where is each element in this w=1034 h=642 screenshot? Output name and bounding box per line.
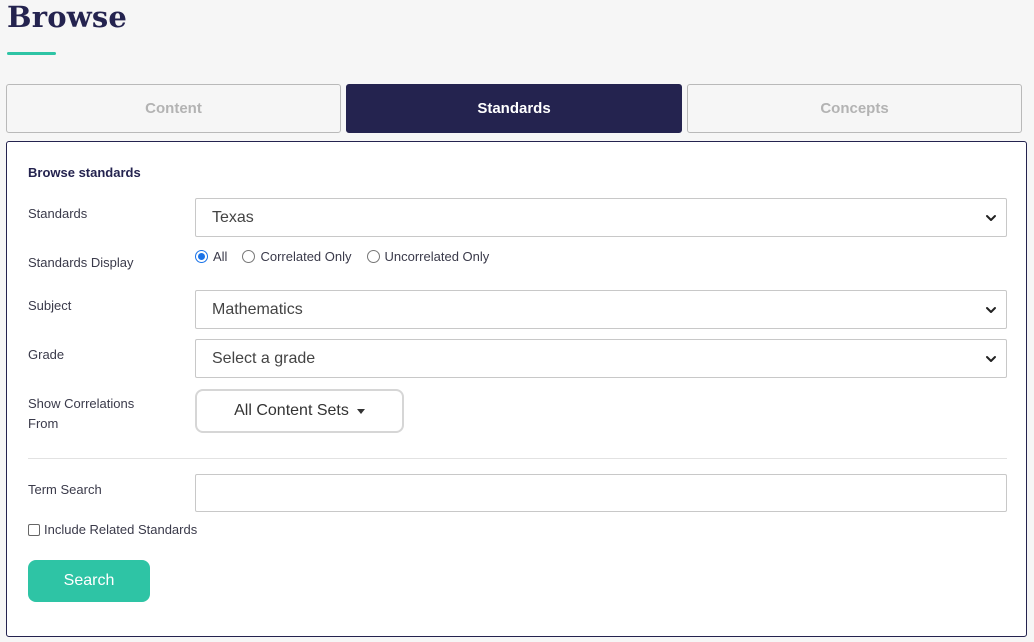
chevron-down-icon [986, 356, 996, 362]
radio-checked-icon[interactable] [195, 250, 208, 263]
chevron-down-icon [986, 307, 996, 313]
standards-label: Standards [28, 206, 88, 221]
tab-standards[interactable]: Standards [346, 84, 682, 133]
subject-select[interactable]: Mathematics [195, 290, 1007, 329]
radio-uncorrelated-only-label: Uncorrelated Only [384, 249, 490, 264]
tab-content[interactable]: Content [6, 84, 341, 133]
radio-correlated-only[interactable]: Correlated Only [242, 249, 352, 264]
radio-unchecked-icon[interactable] [242, 250, 256, 263]
radio-all-label: All [213, 249, 228, 264]
include-related-standards[interactable]: Include Related Standards [28, 522, 197, 537]
tab-concepts[interactable]: Concepts [687, 84, 1022, 133]
panel-heading: Browse standards [28, 165, 141, 180]
radio-correlated-only-label: Correlated Only [260, 249, 352, 264]
radio-all[interactable]: All [195, 249, 227, 264]
term-search-label: Term Search [28, 482, 102, 497]
grade-select[interactable]: Select a grade [195, 339, 1007, 378]
standards-display-label: Standards Display [28, 255, 134, 270]
radio-unchecked-icon[interactable] [366, 250, 380, 263]
standards-select-value: Texas [212, 208, 254, 226]
search-button[interactable]: Search [28, 560, 150, 602]
include-related-standards-label: Include Related Standards [44, 522, 198, 537]
browse-standards-panel: Browse standards Standards Texas Standar… [6, 141, 1027, 637]
checkbox-icon[interactable] [28, 523, 40, 536]
show-correlations-label-line1: Show Correlations [28, 396, 135, 411]
title-underline [7, 52, 56, 55]
show-correlations-label-line2: From [28, 416, 59, 431]
standards-display-radio-group: All Correlated Only Uncorrelated Only [195, 249, 504, 264]
subject-label: Subject [28, 298, 72, 313]
divider [28, 458, 1007, 459]
page-title: Browse [7, 0, 128, 34]
grade-select-value: Select a grade [212, 349, 316, 367]
term-search-input[interactable] [195, 474, 1007, 512]
subject-select-value: Mathematics [212, 300, 303, 318]
content-sets-dropdown-label: All Content Sets [234, 402, 349, 419]
show-correlations-label: Show Correlations From [28, 394, 134, 434]
chevron-down-icon [986, 215, 996, 221]
radio-uncorrelated-only[interactable]: Uncorrelated Only [366, 249, 490, 264]
caret-down-icon [356, 408, 365, 414]
grade-label: Grade [28, 347, 65, 362]
standards-select[interactable]: Texas [195, 198, 1007, 237]
content-sets-dropdown-button[interactable]: All Content Sets [195, 389, 404, 433]
